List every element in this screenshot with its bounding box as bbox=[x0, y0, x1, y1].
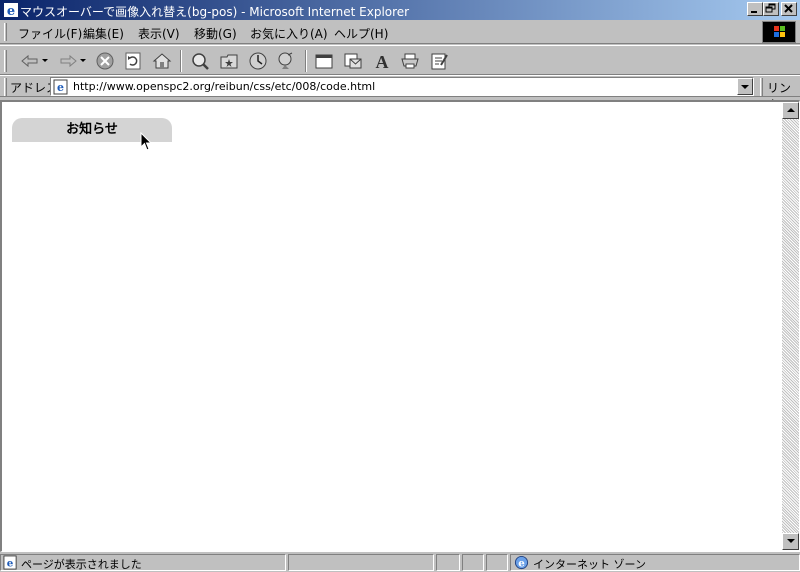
print-button[interactable] bbox=[398, 49, 422, 73]
menubar-grip[interactable] bbox=[4, 23, 7, 41]
vertical-scrollbar[interactable] bbox=[782, 102, 799, 550]
back-button[interactable] bbox=[18, 49, 42, 73]
status-pane-progress bbox=[288, 554, 434, 571]
window-title: マウスオーバーで画像入れ替え(bg-pos) - Microsoft Inter… bbox=[20, 5, 410, 19]
menu-favorites[interactable]: お気に入り(A) bbox=[250, 25, 328, 42]
menu-go[interactable]: 移動(G) bbox=[194, 25, 237, 42]
chevron-down-icon bbox=[741, 85, 749, 89]
page-content: お知らせ bbox=[0, 100, 800, 552]
arrow-down-icon bbox=[787, 539, 795, 543]
status-pane-extra bbox=[486, 554, 508, 571]
favorites-button[interactable] bbox=[217, 49, 241, 73]
printer-icon bbox=[401, 53, 419, 69]
mail-icon bbox=[344, 53, 362, 69]
minimize-icon bbox=[751, 11, 757, 13]
history-button[interactable] bbox=[246, 49, 270, 73]
home-icon bbox=[152, 53, 172, 69]
restore-icon bbox=[765, 3, 776, 13]
status-pane-main: e ページが表示されました bbox=[0, 554, 286, 571]
channels-button[interactable] bbox=[274, 49, 298, 73]
fullscreen-icon bbox=[315, 54, 333, 69]
menu-edit[interactable]: 編集(E) bbox=[83, 25, 124, 42]
status-pane-zone: e インターネット ゾーン bbox=[510, 554, 800, 571]
title-bar[interactable]: e マウスオーバーで画像入れ替え(bg-pos) - Microsoft Int… bbox=[0, 0, 800, 20]
windows-logo bbox=[762, 21, 796, 43]
close-icon bbox=[784, 4, 793, 13]
status-pane-lock bbox=[462, 554, 484, 571]
svg-text:e: e bbox=[57, 81, 64, 94]
standard-toolbar: A bbox=[0, 45, 800, 75]
search-button[interactable] bbox=[188, 49, 212, 73]
address-bar: アドレス e http://www.openspc2.org/reibun/cs… bbox=[0, 75, 800, 112]
mail-button[interactable] bbox=[341, 49, 365, 73]
minimize-button[interactable] bbox=[747, 2, 763, 16]
mouse-cursor-icon bbox=[140, 132, 153, 151]
scroll-down-button[interactable] bbox=[782, 533, 799, 550]
forward-arrow-icon bbox=[60, 54, 77, 68]
refresh-icon bbox=[125, 52, 141, 70]
svg-text:A: A bbox=[376, 52, 389, 71]
forward-button[interactable] bbox=[56, 49, 80, 73]
arrow-up-icon bbox=[787, 108, 795, 112]
scroll-up-button[interactable] bbox=[782, 102, 799, 119]
status-bar: e ページが表示されました e インターネット ゾーン bbox=[0, 553, 800, 572]
menu-view[interactable]: 表示(V) bbox=[138, 25, 180, 42]
satellite-dish-icon bbox=[278, 52, 293, 69]
home-button[interactable] bbox=[150, 49, 174, 73]
address-url-text[interactable]: http://www.openspc2.org/reibun/css/etc/0… bbox=[73, 80, 375, 93]
internet-zone-icon: e bbox=[514, 555, 529, 569]
status-pane-offline bbox=[436, 554, 460, 571]
toolbar-separator bbox=[305, 50, 307, 72]
menu-help[interactable]: ヘルプ(H) bbox=[334, 25, 388, 42]
ie-page-icon: e bbox=[53, 79, 68, 95]
toolbar-grip[interactable] bbox=[4, 50, 7, 72]
history-icon bbox=[249, 52, 267, 70]
toolbar-separator bbox=[180, 50, 182, 72]
svg-text:e: e bbox=[518, 557, 525, 569]
menu-bar: ファイル(F) 編集(E) 表示(V) 移動(G) お気に入り(A) ヘルプ(H… bbox=[0, 20, 800, 44]
svg-text:e: e bbox=[7, 4, 15, 18]
favorites-folder-icon bbox=[220, 54, 238, 69]
fullscreen-button[interactable] bbox=[312, 49, 336, 73]
address-dropdown-button[interactable] bbox=[737, 78, 753, 95]
back-arrow-icon bbox=[21, 54, 38, 68]
addressbar-grip[interactable] bbox=[4, 78, 7, 96]
svg-text:e: e bbox=[7, 557, 14, 569]
links-grip[interactable] bbox=[760, 78, 763, 96]
close-button[interactable] bbox=[781, 2, 797, 16]
forward-dropdown-icon[interactable] bbox=[80, 59, 86, 62]
search-icon bbox=[192, 53, 209, 70]
ie-icon[interactable]: e bbox=[3, 2, 19, 18]
menu-file[interactable]: ファイル(F) bbox=[18, 25, 82, 42]
edit-button[interactable] bbox=[427, 49, 451, 73]
edit-page-icon bbox=[431, 53, 448, 70]
font-icon: A bbox=[376, 52, 389, 71]
status-text: ページが表示されました bbox=[21, 558, 142, 571]
stop-icon bbox=[96, 52, 114, 70]
ie-page-icon: e bbox=[3, 555, 17, 570]
font-size-button[interactable]: A bbox=[370, 49, 394, 73]
stop-button[interactable] bbox=[93, 49, 117, 73]
back-dropdown-icon[interactable] bbox=[42, 59, 48, 62]
restore-button[interactable] bbox=[763, 2, 779, 16]
refresh-button[interactable] bbox=[121, 49, 145, 73]
address-input[interactable]: e http://www.openspc2.org/reibun/css/etc… bbox=[50, 77, 754, 96]
zone-text: インターネット ゾーン bbox=[533, 558, 646, 571]
